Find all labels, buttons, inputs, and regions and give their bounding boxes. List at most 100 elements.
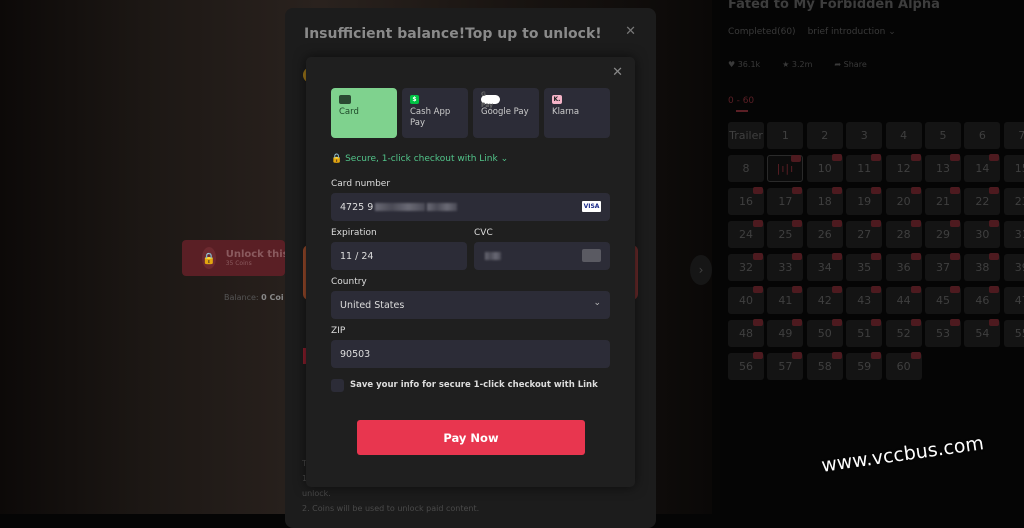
episode-56[interactable]: 56 <box>728 352 764 380</box>
locked-badge-icon <box>989 154 1000 161</box>
episode-8[interactable]: 8 <box>728 155 764 182</box>
episode-49[interactable]: 49 <box>767 319 804 347</box>
episode-29[interactable]: 29 <box>925 220 961 248</box>
episode-22[interactable]: 22 <box>964 187 1001 215</box>
episode-58[interactable]: 58 <box>806 352 843 380</box>
episode-30[interactable]: 30 <box>964 220 1001 248</box>
episode-3[interactable]: 3 <box>846 122 883 149</box>
episode-20[interactable]: 20 <box>885 187 922 215</box>
country-select[interactable]: United States ⌄ <box>331 291 610 319</box>
episode-label: 32 <box>739 261 753 274</box>
episode-38[interactable]: 38 <box>964 253 1001 281</box>
episode-trailer[interactable]: Trailer <box>728 122 764 149</box>
payment-method-cash-app[interactable]: $ Cash App Pay <box>402 88 468 138</box>
episode-52[interactable]: 52 <box>885 319 922 347</box>
episode-25[interactable]: 25 <box>767 220 804 248</box>
episode-39[interactable]: 39 <box>1003 254 1024 281</box>
save-info-checkbox[interactable] <box>331 379 344 392</box>
episode-41[interactable]: 41 <box>767 286 804 314</box>
episode-28[interactable]: 28 <box>885 220 922 248</box>
episode-label: 11 <box>857 162 872 175</box>
episode-44[interactable]: 44 <box>885 286 922 314</box>
locked-badge-icon <box>753 253 763 260</box>
episode-47[interactable]: 47 <box>1003 287 1024 314</box>
episode-37[interactable]: 37 <box>925 253 961 281</box>
link-checkout-toggle[interactable]: 🔒 Secure, 1-click checkout with Link ⌄ <box>331 154 508 164</box>
episode-36[interactable]: 36 <box>885 253 922 281</box>
close-icon[interactable]: ✕ <box>612 65 623 80</box>
episode-33[interactable]: 33 <box>767 253 804 281</box>
episode-label: 53 <box>936 327 950 340</box>
episode-50[interactable]: 50 <box>806 319 843 347</box>
pay-now-button[interactable]: Pay Now <box>357 420 585 455</box>
episode-label: 18 <box>817 195 832 208</box>
episode-32[interactable]: 32 <box>728 253 764 281</box>
cvc-label: CVC <box>474 228 493 238</box>
unlock-episode-button[interactable]: 🔒 Unlock this 35 Coins <box>182 240 289 276</box>
episode-label: 14 <box>975 162 990 175</box>
episode-60[interactable]: 60 <box>885 352 922 380</box>
episode-19[interactable]: 19 <box>846 187 883 215</box>
episode-11[interactable]: 11 <box>846 154 883 182</box>
episode-17[interactable]: 17 <box>767 187 804 215</box>
episode-45[interactable]: 45 <box>925 286 961 314</box>
episode-9[interactable]: |ı|ı <box>767 155 804 182</box>
episode-label: 24 <box>739 228 753 241</box>
episode-40[interactable]: 40 <box>728 286 764 314</box>
episode-10[interactable]: 10 <box>806 154 843 182</box>
close-icon[interactable]: ✕ <box>625 24 636 39</box>
episode-55[interactable]: 55 <box>1003 320 1024 347</box>
episode-14[interactable]: 14 <box>964 154 1001 182</box>
episode-23[interactable]: 23 <box>1003 188 1024 215</box>
episode-59[interactable]: 59 <box>846 352 883 380</box>
episode-53[interactable]: 53 <box>925 319 961 347</box>
episode-6[interactable]: 6 <box>964 122 1001 149</box>
country-label: Country <box>331 277 367 287</box>
zip-input[interactable]: 90503 <box>331 340 610 368</box>
episode-5[interactable]: 5 <box>925 122 961 149</box>
episode-label: 28 <box>896 228 911 241</box>
episode-57[interactable]: 57 <box>767 352 804 380</box>
like-button[interactable]: ♥ 36.1k <box>728 60 760 69</box>
episode-label: 51 <box>857 327 872 340</box>
episode-4[interactable]: 4 <box>885 122 922 149</box>
episode-42[interactable]: 42 <box>806 286 843 314</box>
episode-48[interactable]: 48 <box>728 319 764 347</box>
episode-43[interactable]: 43 <box>846 286 883 314</box>
episode-51[interactable]: 51 <box>846 319 883 347</box>
episode-31[interactable]: 31 <box>1003 221 1024 248</box>
locked-badge-icon <box>791 155 802 162</box>
payment-method-google-pay[interactable]: G Pay Google Pay <box>473 88 539 138</box>
episode-34[interactable]: 34 <box>806 253 843 281</box>
episode-24[interactable]: 24 <box>728 220 764 248</box>
episode-18[interactable]: 18 <box>806 187 843 215</box>
episode-35[interactable]: 35 <box>846 253 883 281</box>
episode-54[interactable]: 54 <box>964 319 1001 347</box>
episode-label: 17 <box>778 195 793 208</box>
brief-introduction-link[interactable]: brief introduction ⌄ <box>808 27 896 37</box>
episode-1[interactable]: 1 <box>767 122 804 149</box>
episode-16[interactable]: 16 <box>728 187 764 215</box>
episode-label: 41 <box>778 294 793 307</box>
episode-label: 7 <box>1018 129 1024 142</box>
episode-27[interactable]: 27 <box>846 220 883 248</box>
share-button[interactable]: ➦ Share <box>834 60 866 69</box>
next-arrow-icon[interactable]: › <box>690 255 712 285</box>
favorite-button[interactable]: ★ 3.2m <box>782 60 812 69</box>
episode-label: 38 <box>975 261 990 274</box>
episode-15[interactable]: 15 <box>1003 155 1024 182</box>
cvc-input[interactable] <box>474 242 610 270</box>
card-number-input[interactable]: 4725 9 VISA <box>331 193 610 221</box>
payment-method-klarna[interactable]: K. Klarna <box>544 88 610 138</box>
episode-7[interactable]: 7 <box>1003 122 1024 149</box>
episode-21[interactable]: 21 <box>925 187 961 215</box>
payment-method-card[interactable]: Card <box>331 88 397 138</box>
episode-46[interactable]: 46 <box>964 286 1001 314</box>
episode-13[interactable]: 13 <box>925 154 961 182</box>
episode-label: 13 <box>936 162 950 175</box>
episode-26[interactable]: 26 <box>806 220 843 248</box>
episode-2[interactable]: 2 <box>806 122 843 149</box>
range-tab[interactable]: 0 - 60 <box>728 96 754 106</box>
expiration-input[interactable]: 11 / 24 <box>331 242 467 270</box>
episode-12[interactable]: 12 <box>885 154 922 182</box>
